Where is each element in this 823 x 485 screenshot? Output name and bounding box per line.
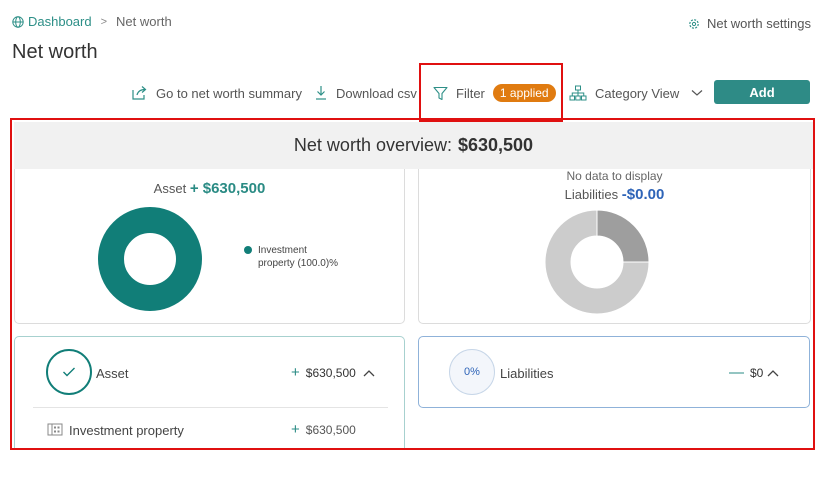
liabilities-percent: 0% [464,366,480,378]
go-to-summary-label[interactable]: Go to net worth summary [156,86,302,101]
asset-panel-label: Asset [96,366,129,381]
liabilities-donut-chart [544,209,650,315]
asset-total-amount: + $630,500 [189,180,266,197]
download-icon [316,86,326,100]
asset-total-label: Asset [153,181,187,196]
asset-chart-card: Asset + $630,500 Investment property (10… [14,169,405,324]
top-bar: Dashboard > Net worth Net worth settings [12,14,811,32]
building-icon [47,423,63,436]
panel-divider [33,407,388,408]
net-worth-settings-link[interactable]: Net worth settings [688,16,811,31]
overview-total: $630,500 [457,135,534,155]
breadcrumb-dashboard-link[interactable]: Dashboard [12,14,92,29]
liabilities-amount: $0 [750,365,764,380]
net-worth-overview-section: Net worth overview: $630,500 Asset + $63… [10,118,815,450]
plus-sign: + [291,421,300,438]
asset-amount: $630,500 [305,365,356,380]
category-view-dropdown[interactable]: Category View [569,80,703,106]
placeholder-slice-dark [596,209,650,263]
asset-panel-amount: + $630,500 [291,364,356,381]
breadcrumb-separator: > [100,15,108,28]
page-title: Net worth [12,41,98,63]
chevron-up-icon[interactable] [362,368,376,378]
go-to-summary-button[interactable]: Go to net worth summary [131,80,302,106]
legend-dot [244,246,252,254]
liabilities-panel: 0% Liabilities — $0 [418,336,810,408]
liabilities-donut-slices [544,209,650,315]
liabilities-panel-label: Liabilities [500,366,554,381]
overview-label: Net worth overview: [293,135,452,155]
legend-line-2: property (100.0)% [258,258,339,269]
investment-property-label[interactable]: Investment property [69,423,184,438]
liabilities-percent-circle: 0% [449,349,495,395]
download-csv-label[interactable]: Download csv [336,86,417,101]
filter-highlight-box [419,63,563,122]
liabilities-total-label: Liabilities [564,187,619,202]
download-csv-button[interactable]: Download csv [314,80,417,106]
breadcrumb-home-label[interactable]: Dashboard [28,14,92,29]
asset-donut-chart [98,207,202,311]
gear-icon [689,18,699,29]
settings-label[interactable]: Net worth settings [707,16,811,31]
share-icon [132,86,147,100]
asset-slice-investment-property [98,207,202,311]
add-button[interactable]: Add [714,80,810,104]
category-view-label[interactable]: Category View [595,86,679,101]
investment-property-value: $630,500 [305,422,356,437]
hierarchy-icon [569,85,587,101]
toolbar: Go to net worth summary Download csv Fil… [0,80,823,106]
asset-donut-slices [98,207,202,311]
breadcrumb: Dashboard > Net worth [12,14,172,29]
globe-icon [12,15,24,28]
no-data-message: No data to display [566,169,663,183]
plus-sign: + [291,364,300,381]
breadcrumb-current: Net worth [116,14,172,29]
asset-panel: Asset + $630,500 Investment property + $… [14,336,405,448]
chevron-up-icon[interactable] [766,368,780,378]
liabilities-total-amount: -$0.00 [621,186,665,203]
liabilities-panel-amount: — $0 [729,364,763,381]
liabilities-total: Liabilities -$0.00 [419,186,810,203]
minus-sign: — [729,364,744,381]
investment-property-amount: + $630,500 [291,421,356,438]
chevron-down-icon [691,90,703,96]
overview-header: Net worth overview: $630,500 [14,122,813,169]
liabilities-chart-card: No data to display Liabilities -$0.00 [418,169,811,324]
asset-total: Asset + $630,500 [15,180,404,197]
asset-chart-legend: Investment property (100.0)% [244,244,338,270]
asset-status-circle [46,349,92,395]
checkmark-icon [63,367,75,377]
legend-line-1: Investment [258,245,307,256]
